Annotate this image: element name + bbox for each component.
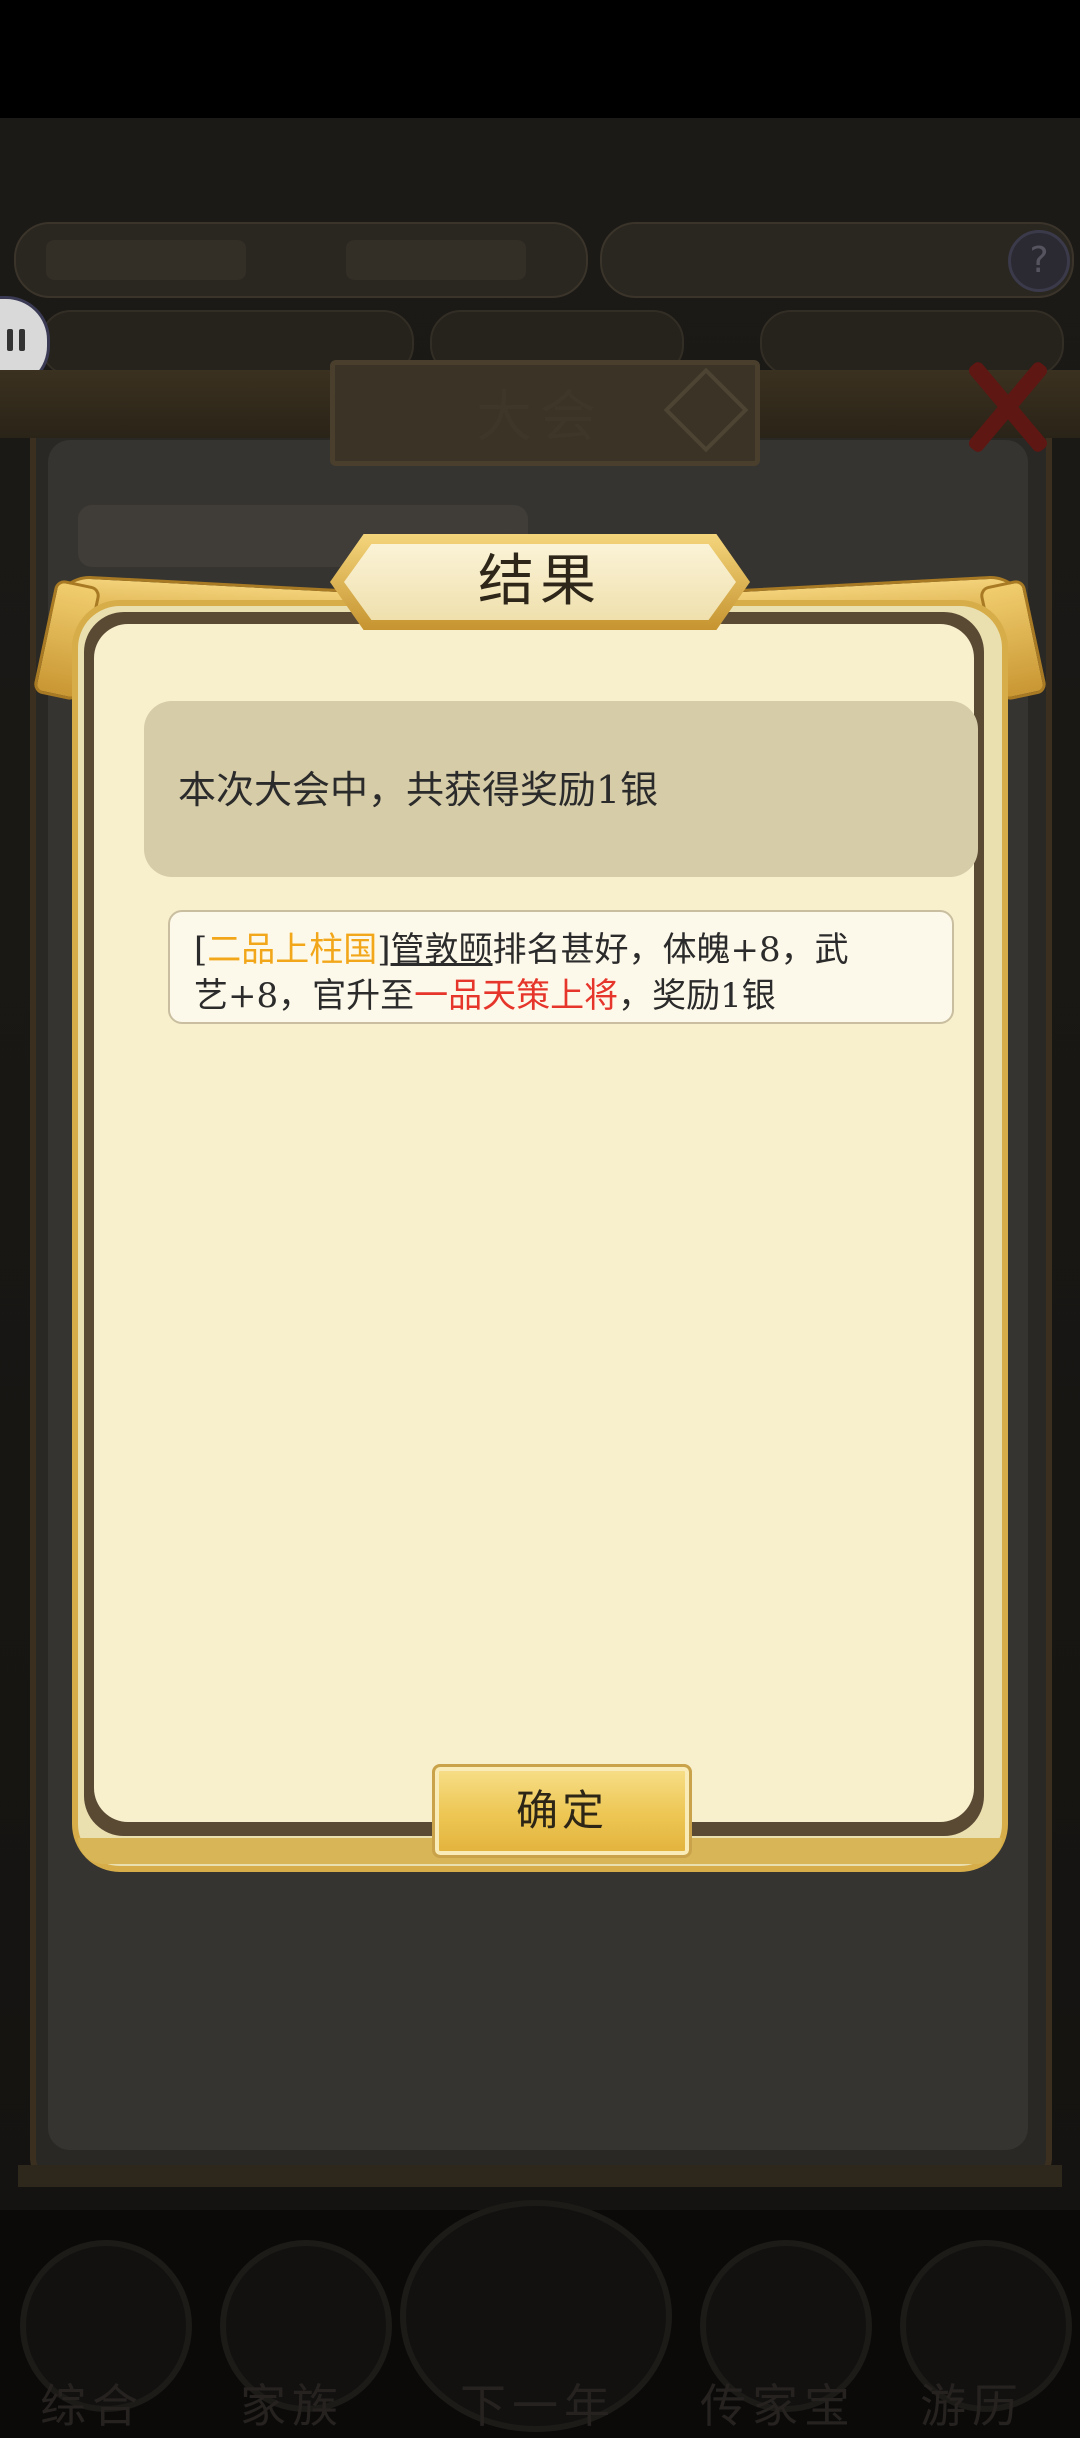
status-bar — [0, 0, 1080, 118]
close-icon[interactable] — [960, 352, 1056, 455]
help-icon[interactable]: ? — [1008, 230, 1070, 292]
nav-label-overview[interactable]: 综合 — [40, 2370, 144, 2436]
result-dialog: 本次大会中，共获得奖励1银 [二品上柱国]管敦颐排名甚好，体魄+8，武 艺+8，… — [32, 534, 1048, 1872]
bracket-open: [ — [194, 930, 208, 970]
nav-label-heirloom[interactable]: 传家宝 — [700, 2370, 856, 2436]
confirm-button-label: 确定 — [515, 1786, 608, 1835]
resource-segment — [46, 240, 246, 280]
result-entry: [二品上柱国]管敦颐排名甚好，体魄+8，武 艺+8，官升至一品天策上将，奖励1银 — [168, 910, 954, 1024]
nav-label-family[interactable]: 家族 — [240, 2370, 344, 2436]
nav-label-travel[interactable]: 游历 — [920, 2370, 1024, 2436]
confirm-button[interactable]: 确定 — [432, 1764, 692, 1858]
screen: ? 大会 综合 家族 下一年 传家宝 游历 本次大会中，共获得奖励1银 [二品上… — [0, 0, 1080, 2438]
nav-label-next-year[interactable]: 下一年 — [460, 2370, 616, 2436]
resource-bar-right — [600, 222, 1074, 298]
resource-bar — [14, 222, 588, 298]
bracket-close: ] — [377, 930, 391, 970]
person-name-link[interactable]: 管敦颐 — [391, 930, 493, 970]
dialog-content: 本次大会中，共获得奖励1银 [二品上柱国]管敦颐排名甚好，体魄+8，武 艺+8，… — [94, 624, 978, 1858]
result-entry-line-1: [二品上柱国]管敦颐排名甚好，体魄+8，武 — [194, 922, 849, 971]
previous-rank: 二品上柱国 — [207, 930, 378, 970]
resource-segment — [346, 240, 526, 280]
result-text-2: 艺+8，官升至 — [194, 976, 415, 1016]
result-text-3: ，奖励1银 — [618, 976, 776, 1016]
summary-text: 本次大会中，共获得奖励1银 — [178, 768, 659, 812]
summary-box: 本次大会中，共获得奖励1银 — [144, 701, 978, 877]
dialog-title-plate: 结果 — [330, 534, 750, 630]
result-text-1: 排名甚好，体魄+8，武 — [492, 930, 849, 970]
bottom-nav-labels: 综合 家族 下一年 传家宝 游历 — [0, 2370, 1080, 2433]
new-rank: 一品天策上将 — [414, 976, 619, 1016]
event-panel-footer — [18, 2165, 1062, 2187]
dialog-title: 结果 — [478, 549, 602, 614]
result-entry-line-2: 艺+8，官升至一品天策上将，奖励1银 — [194, 968, 776, 1017]
